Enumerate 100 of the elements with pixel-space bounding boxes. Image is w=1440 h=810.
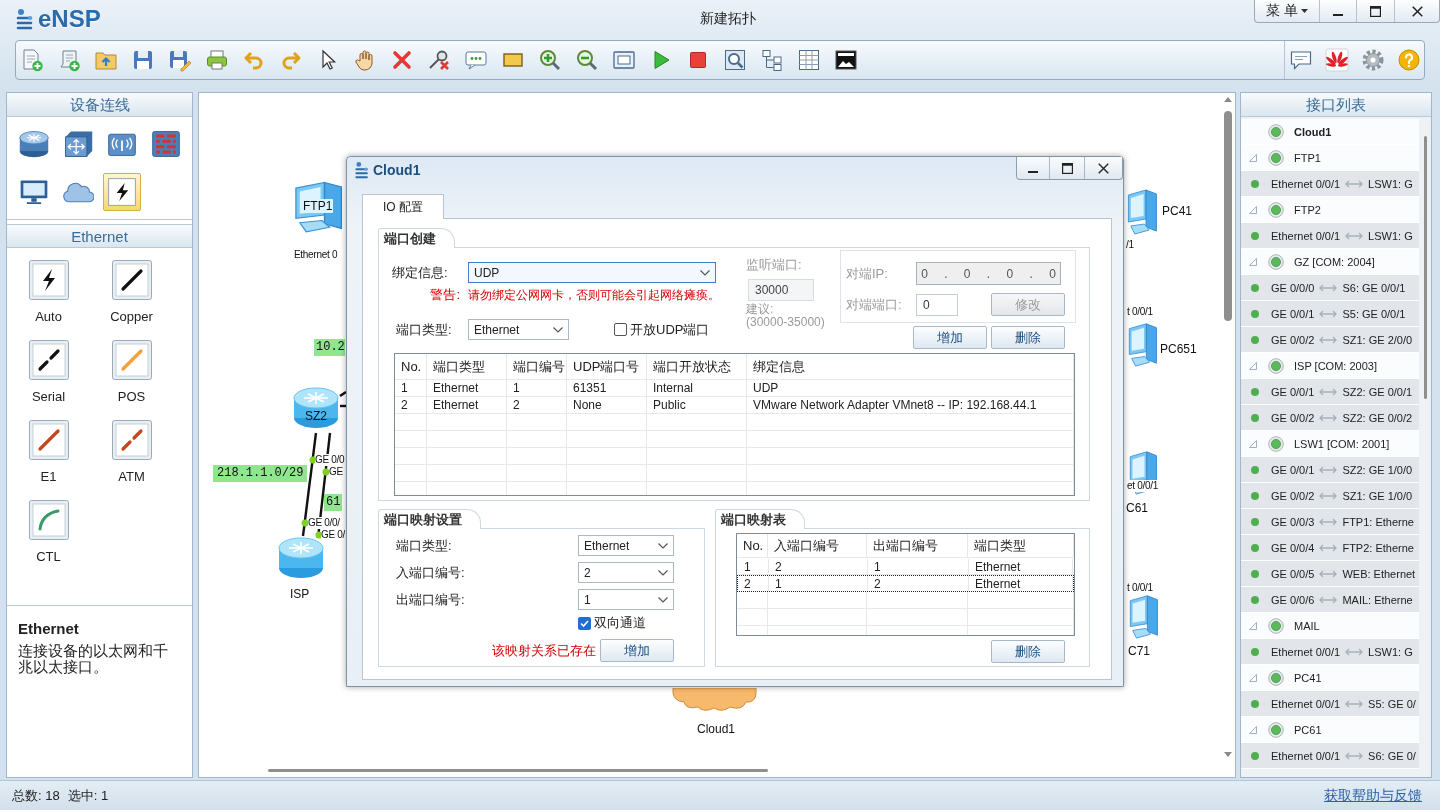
panel-title: Ethernet — [7, 224, 192, 248]
status-dot-icon — [1251, 543, 1259, 552]
flower-icon[interactable] — [1325, 48, 1349, 72]
screen-magnifier-icon[interactable] — [723, 48, 747, 72]
device-name[interactable]: FTP2 — [1294, 203, 1321, 216]
device-name[interactable]: Cloud1 — [1294, 125, 1332, 138]
hint-text: 建议: — [746, 303, 775, 316]
table-cell: 2 — [738, 576, 769, 591]
add-button[interactable]: 增加 — [600, 639, 674, 662]
scroll-up-icon[interactable] — [1224, 97, 1232, 102]
interface-port[interactable]: GE 0/0/5 — [1271, 567, 1315, 580]
status-led-icon — [1268, 435, 1284, 452]
interface-port[interactable]: Ethernet 0/0/1 — [1271, 697, 1341, 710]
peer-port: S6: GE 0/0/1 — [1342, 281, 1406, 294]
peer-port: S5: GE 0/0/1 — [1342, 307, 1406, 320]
interface-port[interactable]: GE 0/0/1 — [1271, 307, 1315, 320]
double-arrow-icon — [1319, 283, 1338, 292]
interface-port[interactable]: GE 0/0/4 — [1271, 541, 1315, 554]
interface-port[interactable]: GE 0/0/2 — [1271, 489, 1315, 502]
panel-title: 设备连线 — [7, 93, 192, 117]
settings-icon[interactable] — [1361, 48, 1385, 72]
status-led-icon — [1268, 721, 1284, 738]
scroll-down-icon[interactable] — [1224, 752, 1232, 757]
dropdown[interactable]: 1 — [578, 589, 674, 610]
chat-icon[interactable] — [1289, 48, 1313, 72]
action-button[interactable]: 增加 — [913, 326, 987, 349]
port-label: GE 0/ — [321, 529, 346, 541]
save-icon[interactable] — [131, 48, 155, 72]
tree-icon[interactable] — [760, 48, 784, 72]
scroll-plus-icon[interactable] — [57, 48, 81, 72]
window-title: 新建拓扑 — [699, 9, 756, 27]
peer-port: S6: GE 0/ — [1368, 749, 1416, 762]
double-arrow-icon — [1319, 517, 1338, 526]
device-name[interactable]: PC61 — [1294, 723, 1322, 736]
status-led-icon — [1268, 253, 1284, 270]
status-dot-icon — [1251, 309, 1259, 318]
network-label: 10.2 — [314, 339, 345, 356]
field-label: 绑定信息: — [392, 263, 449, 282]
lightning-icon[interactable] — [28, 260, 69, 300]
dropdown[interactable]: Ethernet — [578, 535, 674, 556]
grid-icon[interactable] — [797, 48, 821, 72]
port-label: t 0/0/1 — [1127, 582, 1153, 594]
status-dot-icon — [1251, 595, 1259, 604]
interface-port[interactable]: GE 0/0/2 — [1271, 333, 1315, 346]
help-icon[interactable] — [1397, 48, 1421, 72]
status-dot-icon — [1251, 231, 1259, 240]
action-button[interactable]: 删除 — [991, 326, 1065, 349]
interface-port[interactable]: GE 0/0/2 — [1271, 411, 1315, 424]
interface-port[interactable]: GE 0/0/6 — [1271, 593, 1315, 606]
status-led-icon — [1268, 357, 1284, 374]
chevron-down-icon — [700, 269, 710, 276]
peer-port: FTP1: Etherne — [1342, 515, 1414, 528]
status-text: 总数: 18 — [12, 786, 60, 805]
table-cell: 1 — [395, 380, 427, 396]
frame-icon[interactable] — [612, 48, 636, 72]
page-plus-icon[interactable] — [20, 48, 44, 72]
scrollbar-thumb[interactable] — [1423, 136, 1427, 399]
dropdown[interactable]: UDP — [468, 262, 716, 283]
cloud-icon[interactable] — [672, 688, 757, 712]
speech-bubble-icon[interactable] — [464, 48, 488, 72]
printer-icon[interactable] — [205, 48, 229, 72]
terminal-icon[interactable] — [834, 48, 858, 72]
interface-port[interactable]: GE 0/0/1 — [1271, 463, 1315, 476]
scrollbar-thumb[interactable] — [268, 768, 768, 772]
dropdown[interactable]: 2 — [578, 562, 674, 583]
floppy-pencil-icon[interactable] — [168, 48, 192, 72]
node-label: PC41 — [1162, 204, 1193, 218]
delete-icon[interactable] — [390, 48, 414, 72]
interface-port[interactable]: GE 0/0/0 — [1271, 281, 1315, 294]
table-cell: VMware Network Adapter VMnet8 -- IP: 192.168.44.1 — [747, 397, 1074, 413]
port-label: t 0/0/1 — [1127, 306, 1153, 318]
network-label: 218.1.1.0/29 — [213, 465, 308, 482]
device-name[interactable]: MAIL — [1294, 619, 1320, 632]
zoom-in-icon[interactable] — [538, 48, 562, 72]
status-dot-icon — [1251, 179, 1259, 188]
interface-port[interactable]: GE 0/0/3 — [1271, 515, 1315, 528]
interface-port[interactable]: Ethernet 0/0/1 — [1271, 645, 1341, 658]
port-dot-icon — [322, 468, 330, 476]
maximize-icon — [1370, 5, 1381, 17]
table-row[interactable]: 2 1 2 Ethernet — [737, 575, 1074, 592]
interface-port[interactable]: GE 0/0/1 — [1271, 385, 1315, 398]
interface-port[interactable]: Ethernet 0/0/1 — [1271, 177, 1341, 190]
dropdown[interactable]: Ethernet — [468, 319, 569, 340]
checkbox[interactable] — [578, 616, 591, 630]
device-name[interactable]: PC41 — [1294, 671, 1322, 684]
scrollbar-thumb[interactable] — [1224, 111, 1232, 321]
device-name[interactable]: FTP1 — [1294, 151, 1321, 164]
checkbox[interactable] — [614, 323, 627, 336]
interface-port[interactable]: Ethernet 0/0/1 — [1271, 749, 1341, 762]
interface-port[interactable]: Ethernet 0/0/1 — [1271, 229, 1341, 242]
zoom-out-icon[interactable] — [575, 48, 599, 72]
table-row[interactable]: 1 2 1 Ethernet — [737, 558, 1074, 575]
column-header: 端口开放状态 — [647, 354, 747, 379]
table-cell: Public — [647, 397, 747, 413]
delete-button[interactable]: 删除 — [991, 640, 1065, 663]
lightning-icon[interactable] — [103, 173, 141, 211]
link-x-icon[interactable] — [427, 48, 451, 72]
help-link[interactable]: 获取帮助与反馈 — [1324, 786, 1422, 805]
tab[interactable]: IO 配置 — [362, 194, 444, 219]
curve-icon[interactable] — [28, 500, 69, 540]
